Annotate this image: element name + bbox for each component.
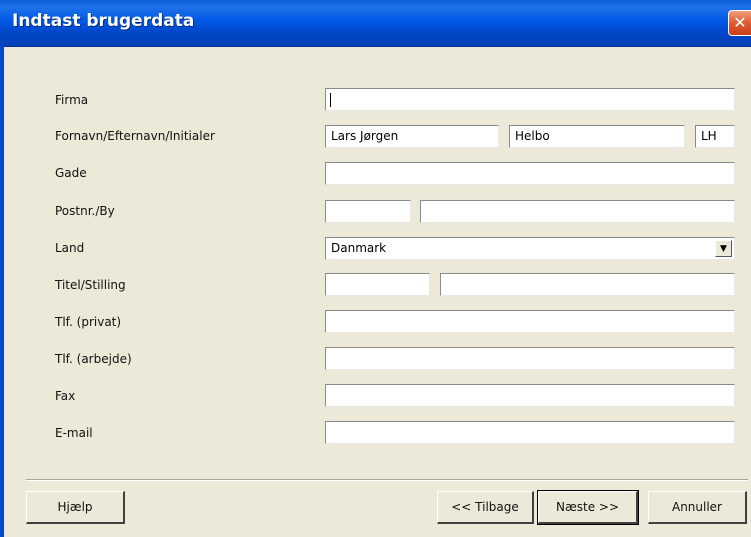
help-button[interactable]: Hjælp xyxy=(26,491,125,524)
name-label: Fornavn/Efternavn/Initialer xyxy=(55,129,215,143)
initials-field[interactable]: LH xyxy=(695,125,735,148)
window-border xyxy=(0,46,4,537)
phone-work-label: Tlf. (arbejde) xyxy=(55,352,132,366)
country-label: Land xyxy=(55,241,85,255)
fax-label: Fax xyxy=(55,389,76,403)
close-icon[interactable]: ✕ xyxy=(728,10,751,36)
chevron-down-icon[interactable]: ▼ xyxy=(715,240,732,257)
title-field[interactable] xyxy=(325,273,430,296)
email-label: E-mail xyxy=(55,426,93,440)
postal-city-label: Postnr./By xyxy=(55,204,115,218)
phone-private-label: Tlf. (privat) xyxy=(55,315,122,329)
country-value: Danmark xyxy=(331,241,387,255)
window-title: Indtast brugerdata xyxy=(12,11,195,31)
fax-field[interactable] xyxy=(325,384,735,407)
firma-field[interactable] xyxy=(325,88,735,111)
first-name-field[interactable]: Lars Jørgen xyxy=(325,125,499,148)
street-field[interactable] xyxy=(325,162,735,185)
last-name-field[interactable]: Helbo xyxy=(509,125,685,148)
phone-private-field[interactable] xyxy=(325,310,735,333)
city-field[interactable] xyxy=(420,200,735,223)
phone-work-field[interactable] xyxy=(325,347,735,370)
text-cursor xyxy=(330,92,331,107)
title-bar[interactable]: Indtast brugerdata ✕ xyxy=(0,0,751,47)
street-label: Gade xyxy=(55,166,87,180)
divider xyxy=(26,479,748,481)
country-select[interactable]: Danmark ▼ xyxy=(325,237,735,260)
next-button[interactable]: Næste >> xyxy=(537,490,639,525)
title-position-label: Titel/Stilling xyxy=(55,278,126,292)
postal-code-field[interactable] xyxy=(325,200,411,223)
back-button[interactable]: << Tilbage xyxy=(437,491,534,524)
position-field[interactable] xyxy=(440,273,735,296)
email-field[interactable] xyxy=(325,421,735,444)
cancel-button[interactable]: Annuller xyxy=(648,491,747,524)
firma-label: Firma xyxy=(55,93,89,107)
